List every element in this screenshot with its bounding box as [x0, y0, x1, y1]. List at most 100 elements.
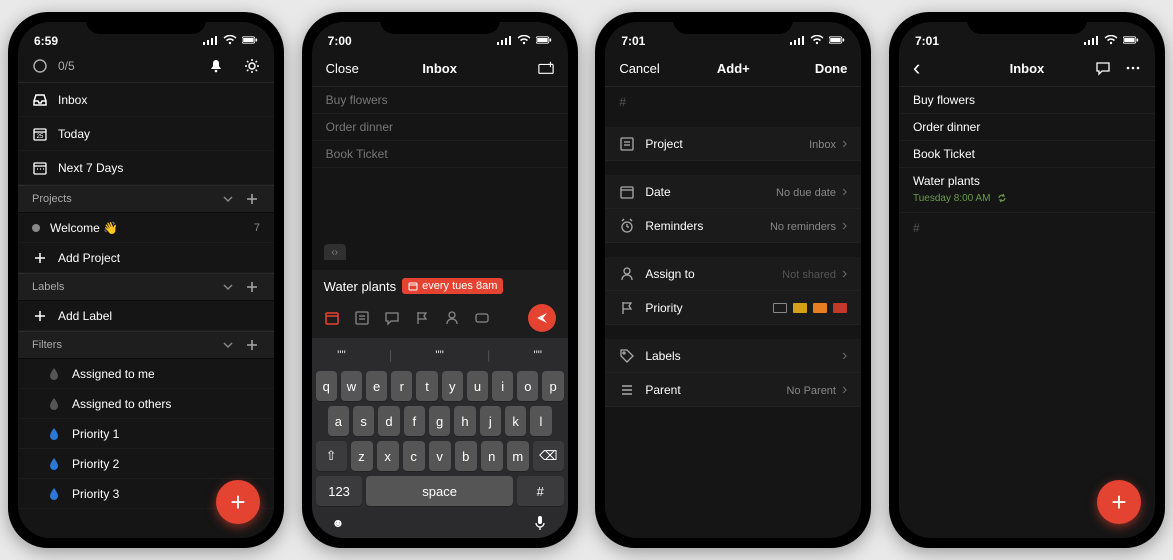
section-labels[interactable]: Labels [18, 273, 274, 301]
key[interactable]: a [328, 406, 349, 436]
key[interactable]: l [530, 406, 551, 436]
comment-icon[interactable] [384, 310, 400, 326]
nav-next7[interactable]: Next 7 Days [18, 151, 274, 185]
row-priority[interactable]: Priority [605, 291, 861, 325]
row-project[interactable]: Project Inbox [605, 127, 861, 161]
row-date[interactable]: Date No due date [605, 175, 861, 209]
suggestion[interactable]: "" [337, 348, 346, 362]
key[interactable]: u [467, 371, 488, 401]
filter-item[interactable]: Assigned to others [18, 389, 274, 419]
suggestion[interactable]: "" [533, 348, 542, 362]
calendar-icon[interactable] [324, 310, 340, 326]
filter-item[interactable]: Priority 2 [18, 449, 274, 479]
filter-item[interactable]: Priority 1 [18, 419, 274, 449]
progress-circle-icon[interactable] [32, 58, 48, 74]
key[interactable]: g [429, 406, 450, 436]
add-label[interactable]: Add Label [18, 301, 274, 331]
send-button[interactable] [528, 304, 556, 332]
close-button[interactable]: Close [326, 61, 359, 76]
add-section-icon[interactable] [538, 60, 554, 76]
key[interactable]: d [378, 406, 399, 436]
key[interactable]: b [455, 441, 477, 471]
task-row[interactable]: Buy flowers [899, 87, 1155, 114]
key[interactable]: r [391, 371, 412, 401]
plus-icon[interactable] [244, 191, 260, 207]
shift-key[interactable]: ⇧ [316, 441, 347, 471]
back-button[interactable] [913, 57, 920, 79]
backspace-key[interactable]: ⌫ [533, 441, 564, 471]
emoji-key[interactable]: ☻ [332, 516, 345, 530]
key[interactable]: z [351, 441, 373, 471]
task-row[interactable]: Book Ticket [899, 141, 1155, 168]
priority-flag-3[interactable] [793, 303, 807, 313]
key[interactable]: j [480, 406, 501, 436]
assign-icon[interactable] [444, 310, 460, 326]
more-icon[interactable] [1125, 60, 1141, 76]
priority-flag-1[interactable] [833, 303, 847, 313]
add-task-fab[interactable] [216, 480, 260, 524]
project-icon[interactable] [354, 310, 370, 326]
hash-field[interactable]: # [899, 213, 1155, 243]
row-reminders[interactable]: Reminders No reminders [605, 209, 861, 243]
key[interactable]: h [454, 406, 475, 436]
section-projects[interactable]: Projects [18, 185, 274, 213]
space-key[interactable]: space [366, 476, 512, 506]
key[interactable]: m [507, 441, 529, 471]
filter-item[interactable]: Assigned to me [18, 359, 274, 389]
task-row[interactable]: Buy flowers [312, 87, 568, 114]
bell-icon[interactable] [208, 58, 224, 74]
key[interactable]: w [341, 371, 362, 401]
expand-tab[interactable]: ‹› [324, 244, 346, 260]
project-welcome[interactable]: Welcome 👋 7 [18, 213, 274, 243]
row-parent[interactable]: Parent No Parent [605, 373, 861, 407]
add-task-fab[interactable] [1097, 480, 1141, 524]
priority-flag-4[interactable] [773, 303, 787, 313]
nav-inbox[interactable]: Inbox [18, 83, 274, 117]
label-icon[interactable] [474, 310, 490, 326]
gear-icon[interactable] [244, 58, 260, 74]
schedule-chip[interactable]: every tues 8am [402, 278, 503, 294]
keyboard[interactable]: "" | "" | "" qwertyuiop asdfghjkl ⇧ zxcv… [312, 338, 568, 538]
section-filters[interactable]: Filters [18, 331, 274, 359]
done-button[interactable]: Done [815, 61, 848, 76]
chevron-down-icon[interactable] [220, 191, 236, 207]
row-labels[interactable]: Labels [605, 339, 861, 373]
keyboard-suggestions[interactable]: "" | "" | "" [316, 344, 564, 366]
mic-icon[interactable] [532, 515, 548, 531]
task-row[interactable]: Order dinner [312, 114, 568, 141]
row-assign[interactable]: Assign to Not shared [605, 257, 861, 291]
task-row[interactable]: Water plants Tuesday 8:00 AM [899, 168, 1155, 213]
numbers-key[interactable]: 123 [316, 476, 363, 506]
task-row[interactable]: Book Ticket [312, 141, 568, 168]
key[interactable]: f [404, 406, 425, 436]
key[interactable]: k [505, 406, 526, 436]
flag-icon[interactable] [414, 310, 430, 326]
comment-icon[interactable] [1095, 60, 1111, 76]
key[interactable]: i [492, 371, 513, 401]
priority-flag-2[interactable] [813, 303, 827, 313]
key[interactable]: e [366, 371, 387, 401]
key[interactable]: v [429, 441, 451, 471]
quick-add-input[interactable]: Water plants every tues 8am [324, 278, 556, 294]
key[interactable]: n [481, 441, 503, 471]
key[interactable]: t [416, 371, 437, 401]
plus-icon[interactable] [244, 337, 260, 353]
key[interactable]: y [442, 371, 463, 401]
nav-today[interactable]: 25 Today [18, 117, 274, 151]
chevron-down-icon[interactable] [220, 279, 236, 295]
key[interactable]: s [353, 406, 374, 436]
key[interactable]: x [377, 441, 399, 471]
chevron-down-icon[interactable] [220, 337, 236, 353]
hash-field[interactable]: # [605, 87, 861, 117]
key[interactable]: c [403, 441, 425, 471]
task-row[interactable]: Order dinner [899, 114, 1155, 141]
add-project[interactable]: Add Project [18, 243, 274, 273]
suggestion[interactable]: "" [435, 348, 444, 362]
priority-flags[interactable] [773, 303, 847, 313]
cancel-button[interactable]: Cancel [619, 61, 659, 76]
key[interactable]: p [542, 371, 563, 401]
hash-key[interactable]: # [517, 476, 564, 506]
key[interactable]: q [316, 371, 337, 401]
key[interactable]: o [517, 371, 538, 401]
plus-icon[interactable] [244, 279, 260, 295]
